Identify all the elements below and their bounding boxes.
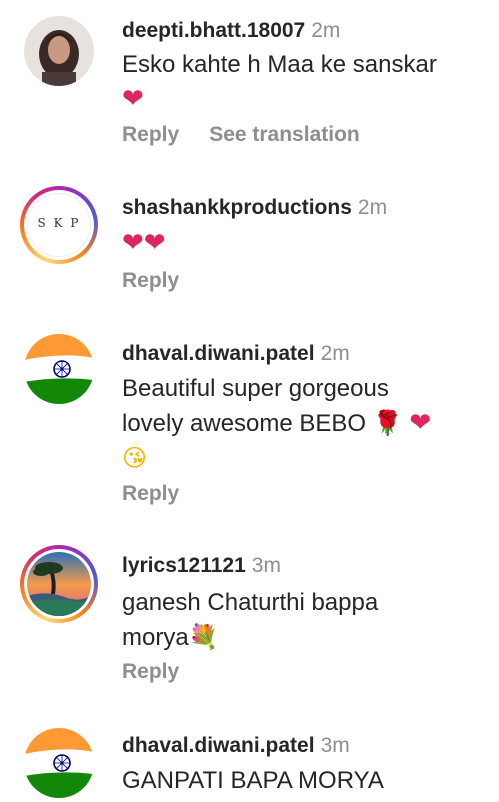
reply-button[interactable]: Reply — [122, 482, 179, 505]
avatar-story-ring[interactable]: S K P — [20, 186, 98, 264]
profile-photo-icon — [24, 16, 94, 86]
comment-text-line: morya — [122, 624, 189, 651]
timestamp: 2m — [320, 342, 350, 365]
comment-actions: Reply See translation — [122, 122, 360, 148]
comment-text-line: Beautiful super gorgeous — [122, 375, 389, 402]
comment-text: ❤❤ — [122, 226, 472, 261]
avatar-flag — [24, 728, 94, 798]
comment-text-line: ganesh Chaturthi bappa — [122, 589, 379, 616]
avatar — [27, 552, 91, 616]
comment-header: dhaval.diwani.patel 2m — [122, 341, 350, 367]
india-flag-icon — [24, 334, 94, 404]
avatar[interactable] — [20, 12, 98, 90]
heart-emoji: ❤ — [122, 84, 144, 114]
comment-actions: Reply — [122, 268, 179, 294]
rose-emoji: 🌹 — [372, 409, 403, 437]
comment-text: Beautiful super gorgeous lovely awesome … — [122, 372, 472, 476]
comment-actions: Reply — [122, 659, 179, 685]
comment-text: Esko kahte h Maa ke sanskar ❤ — [122, 48, 472, 117]
reply-button[interactable]: Reply — [122, 660, 179, 683]
timestamp: 3m — [320, 734, 350, 757]
username[interactable]: dhaval.diwani.patel — [122, 342, 315, 365]
comment-actions: Reply — [122, 481, 179, 507]
comment-header: shashankkproductions 2m — [122, 195, 387, 221]
reply-button[interactable]: Reply — [122, 123, 179, 146]
india-flag-icon — [24, 728, 94, 798]
comment-text: GANPATI BAPA MORYA — [122, 764, 472, 798]
comment-text-line: lovely awesome BEBO — [122, 410, 367, 437]
comment-header: dhaval.diwani.patel 3m — [122, 733, 350, 759]
comment-text-body: GANPATI BAPA MORYA — [122, 767, 384, 794]
comment-text: ganesh Chaturthi bappa morya💐 — [122, 586, 472, 655]
comment-header: lyrics121121 3m — [122, 553, 281, 579]
username[interactable]: lyrics121121 — [122, 554, 246, 577]
avatar[interactable] — [20, 724, 98, 802]
heart-emoji: ❤ — [409, 408, 432, 438]
avatar-monogram: S K P — [37, 216, 81, 230]
username[interactable]: shashankkproductions — [122, 196, 352, 219]
timestamp: 3m — [251, 554, 281, 577]
avatar[interactable] — [20, 330, 98, 408]
avatar-flag — [24, 334, 94, 404]
avatar-story-ring[interactable] — [20, 545, 98, 623]
username[interactable]: deepti.bhatt.18007 — [122, 19, 305, 42]
landscape-photo-icon — [27, 552, 91, 616]
reply-button[interactable]: Reply — [122, 269, 179, 292]
username[interactable]: dhaval.diwani.patel — [122, 734, 315, 757]
bouquet-emoji: 💐 — [188, 623, 219, 651]
avatar-photo — [24, 16, 94, 86]
kiss-emoji: 😘 — [122, 444, 148, 472]
comment-header: deepti.bhatt.18007 2m — [122, 18, 340, 44]
comment-text-body: Esko kahte h Maa ke sanskar — [122, 51, 437, 78]
see-translation-button[interactable]: See translation — [209, 123, 360, 146]
hearts-emoji: ❤❤ — [122, 228, 166, 258]
avatar: S K P — [27, 193, 91, 257]
timestamp: 2m — [357, 196, 388, 219]
timestamp: 2m — [311, 19, 341, 42]
